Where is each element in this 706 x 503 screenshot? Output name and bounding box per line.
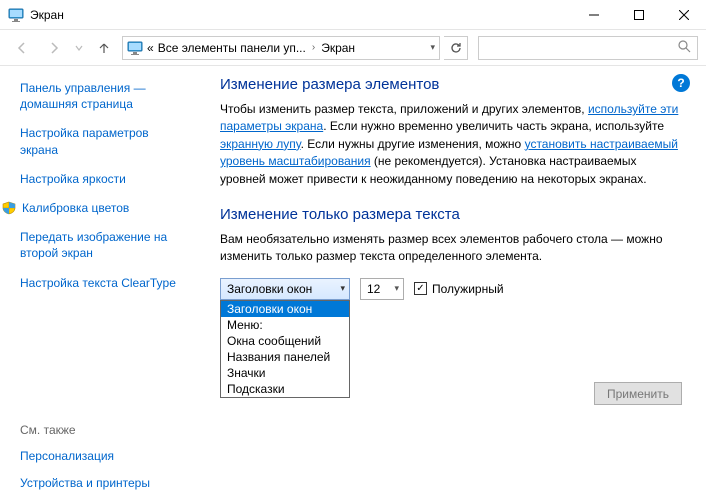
element-type-combobox[interactable]: Заголовки окон ▾ Заголовки окон Меню: Ок… <box>220 278 350 300</box>
breadcrumb-prefix: « <box>147 41 154 55</box>
bold-label: Полужирный <box>432 282 504 296</box>
combobox-option[interactable]: Заголовки окон <box>221 301 349 317</box>
address-bar[interactable]: « Все элементы панели уп... › Экран ▾ <box>122 36 440 60</box>
monitor-icon <box>127 40 143 56</box>
navbar: « Все элементы панели уп... › Экран ▾ <box>0 30 706 66</box>
combobox-option[interactable]: Названия панелей <box>221 349 349 365</box>
font-size-value: 12 <box>367 282 380 296</box>
history-dropdown[interactable] <box>72 36 86 60</box>
back-button[interactable] <box>8 36 36 60</box>
apply-button[interactable]: Применить <box>594 382 682 405</box>
heading-resize-elements: Изменение размера элементов <box>220 76 682 93</box>
sidebar: Панель управления — домашняя страница На… <box>0 66 200 503</box>
sidebar-item-display-settings[interactable]: Настройка параметров экрана <box>20 125 188 157</box>
combobox-dropdown: Заголовки окон Меню: Окна сообщений Назв… <box>220 300 350 398</box>
sidebar-item-cleartype[interactable]: Настройка текста ClearType <box>20 275 188 291</box>
address-dropdown-icon[interactable]: ▾ <box>430 42 435 53</box>
combobox-option[interactable]: Меню: <box>221 317 349 333</box>
titlebar: Экран <box>0 0 706 30</box>
breadcrumb-current[interactable]: Экран <box>321 41 355 55</box>
help-icon[interactable]: ? <box>672 74 690 92</box>
chevron-down-icon: ▾ <box>340 283 345 294</box>
search-input[interactable] <box>478 36 698 60</box>
sidebar-item-home[interactable]: Панель управления — домашняя страница <box>20 80 188 112</box>
minimize-button[interactable] <box>571 0 616 30</box>
monitor-icon <box>8 7 24 23</box>
sidebar-item-brightness[interactable]: Настройка яркости <box>20 171 188 187</box>
window-title: Экран <box>30 8 64 22</box>
bold-checkbox[interactable]: ✓ Полужирный <box>414 278 504 300</box>
forward-button[interactable] <box>40 36 68 60</box>
search-icon <box>678 40 691 56</box>
combobox-option[interactable]: Окна сообщений <box>221 333 349 349</box>
chevron-down-icon: ▾ <box>394 283 399 294</box>
checkbox-icon: ✓ <box>414 282 427 295</box>
combobox-value: Заголовки окон <box>227 282 312 296</box>
maximize-button[interactable] <box>616 0 661 30</box>
content: ? Изменение размера элементов Чтобы изме… <box>200 66 706 503</box>
combobox-option[interactable]: Подсказки <box>221 381 349 397</box>
sidebar-item-project[interactable]: Передать изображение на второй экран <box>20 229 188 261</box>
shield-icon <box>2 201 16 215</box>
see-also-label: См. также <box>20 423 188 437</box>
up-button[interactable] <box>90 36 118 60</box>
link-magnifier[interactable]: экранную лупу <box>220 137 301 151</box>
refresh-button[interactable] <box>444 36 468 60</box>
breadcrumb-parent[interactable]: Все элементы панели уп... <box>158 41 306 55</box>
heading-text-only: Изменение только размера текста <box>220 206 682 223</box>
paragraph-2: Вам необязательно изменять размер всех э… <box>220 231 682 266</box>
font-size-combobox[interactable]: 12 ▾ <box>360 278 404 300</box>
chevron-right-icon: › <box>310 42 317 53</box>
combobox-option[interactable]: Значки <box>221 365 349 381</box>
sidebar-item-calibrate[interactable]: Калибровка цветов <box>2 200 188 216</box>
sidebar-footer-personalization[interactable]: Персонализация <box>20 448 188 464</box>
close-button[interactable] <box>661 0 706 30</box>
sidebar-footer-devices[interactable]: Устройства и принтеры <box>20 475 188 491</box>
paragraph-1: Чтобы изменить размер текста, приложений… <box>220 101 682 188</box>
sidebar-item-label: Калибровка цветов <box>22 200 129 216</box>
